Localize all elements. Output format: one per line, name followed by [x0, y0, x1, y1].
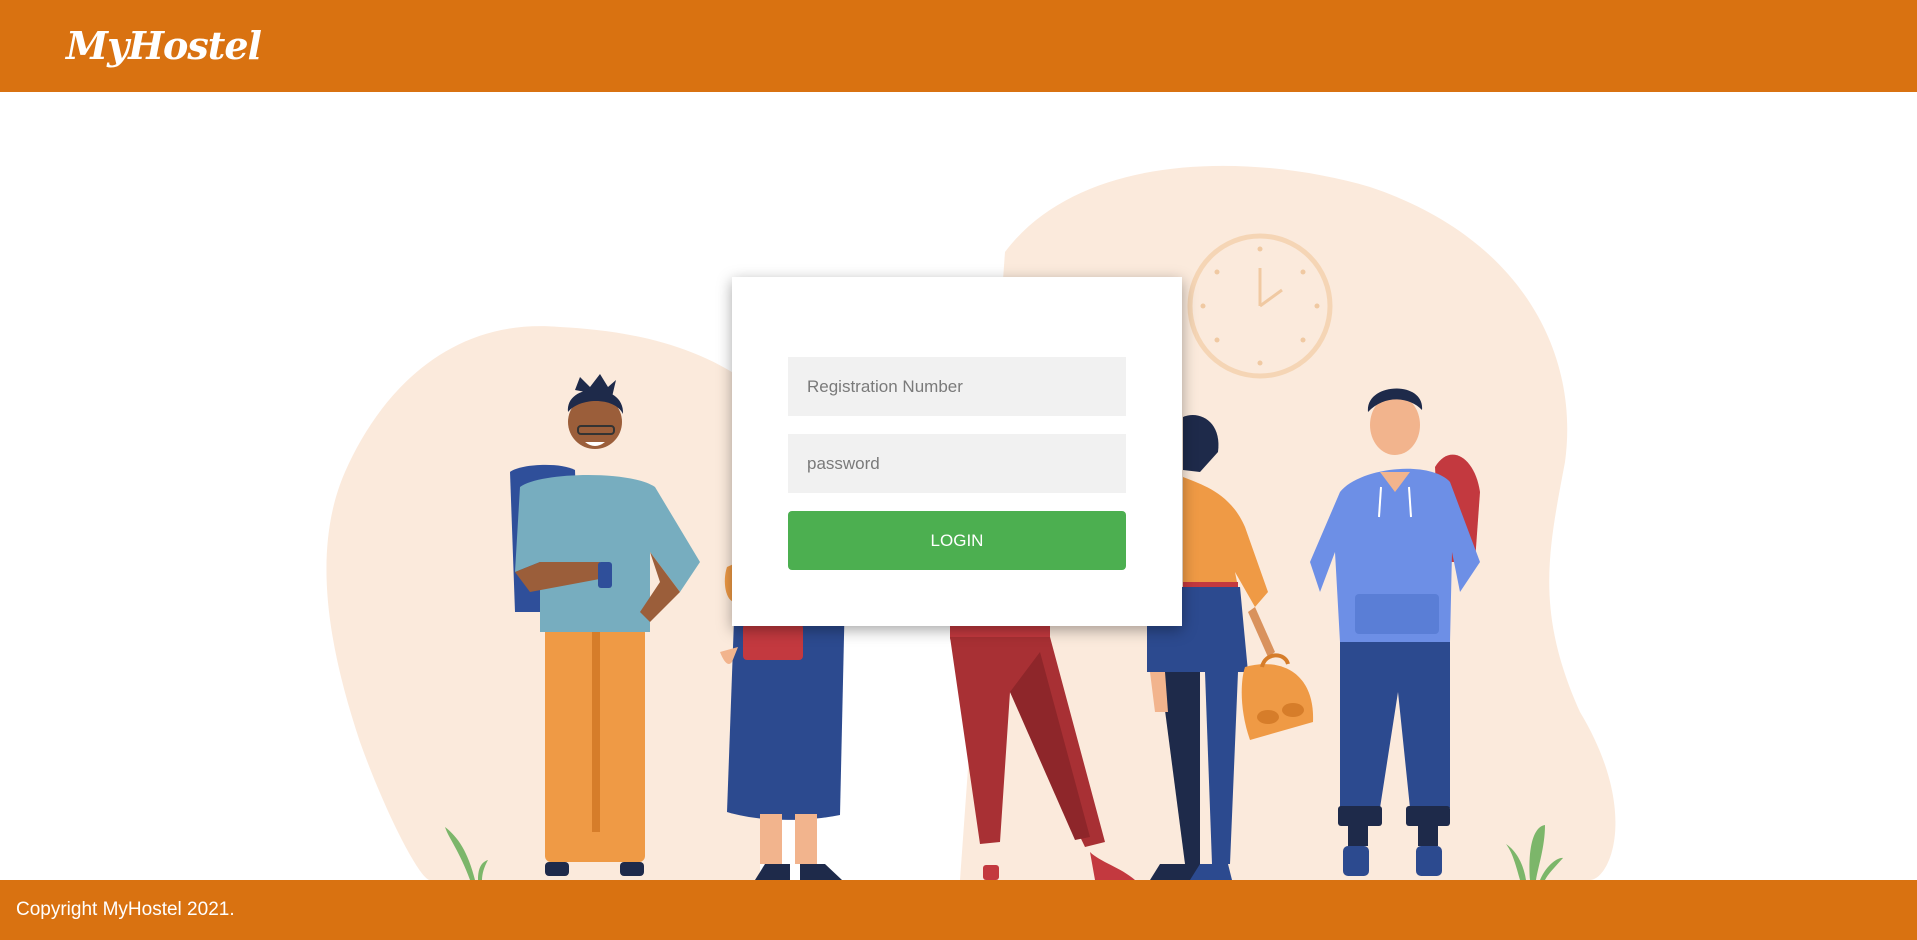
login-button[interactable]: LOGIN — [788, 511, 1126, 570]
registration-number-input[interactable] — [788, 357, 1126, 416]
brand-logo[interactable]: MyHostel — [66, 20, 262, 72]
copyright-text: Copyright MyHostel 2021. — [16, 899, 235, 920]
login-card: LOGIN — [732, 277, 1182, 626]
footer: Copyright MyHostel 2021. — [0, 880, 1917, 940]
password-input[interactable] — [788, 434, 1126, 493]
top-header: MyHostel — [0, 0, 1917, 92]
